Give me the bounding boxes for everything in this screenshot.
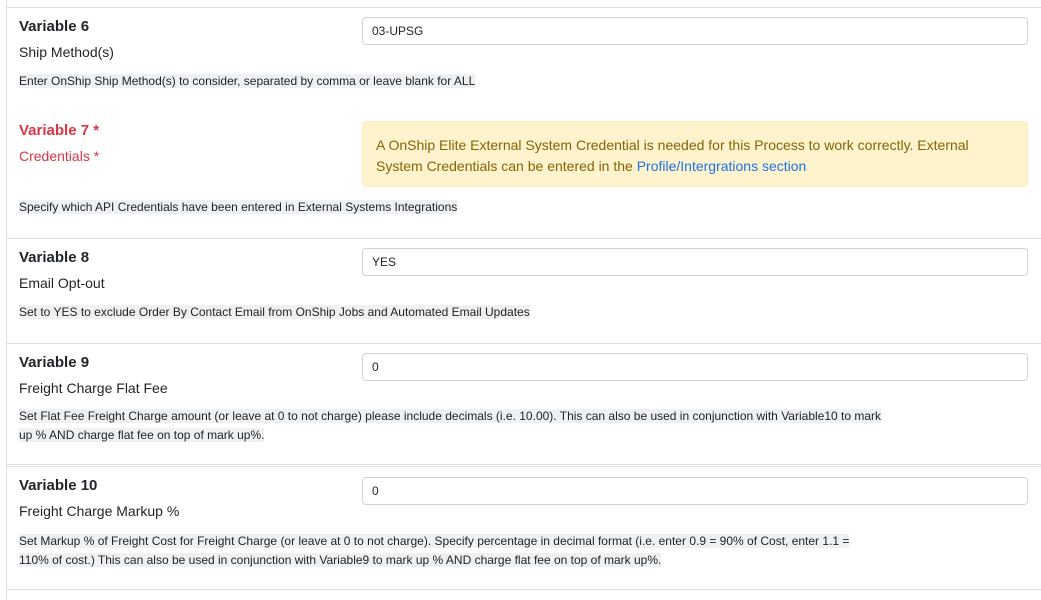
variable-7-panel: Variable 7 * Credentials * A OnShip Elit… [7,112,1041,239]
variable-10-title: Variable 10 [19,477,98,494]
variable-9-title: Variable 9 [19,354,90,371]
variable-8-input[interactable]: YES [362,248,1028,276]
variable-8-label: Email Opt-out [19,275,105,291]
help-line: 110% of cost.) This can also be used in … [19,553,662,567]
variable-6-input[interactable]: 03-UPSG [362,17,1028,45]
variable-10-input[interactable]: 0 [362,477,1028,505]
variable-7-title-text: Variable 7 [19,122,90,139]
variable-6-label: Ship Method(s) [19,44,114,60]
variable-10-panel: Variable 10 Freight Charge Markup % 0 Se… [7,466,1041,590]
variable-9-panel: Variable 9 Freight Charge Flat Fee 0 Set… [7,344,1041,465]
credential-warning-alert: A OnShip Elite External System Credentia… [362,121,1028,187]
required-marker: * [93,148,100,164]
variable-9-help: Set Flat Fee Freight Charge amount (or l… [19,407,882,445]
variable-7-help: Specify which API Credentials have been … [19,198,458,217]
variable-6-panel: Variable 6 Ship Method(s) 03-UPSG Enter … [7,7,1041,113]
required-marker: * [93,122,100,139]
variable-10-help: Set Markup % of Freight Cost for Freight… [19,532,850,570]
variable-7-label-text: Credentials [19,148,90,164]
variable-8-help: Set to YES to exclude Order By Contact E… [19,303,530,322]
help-line: Specify which API Credentials have been … [19,200,458,214]
help-line: Set Flat Fee Freight Charge amount (or l… [19,409,882,423]
variable-9-label: Freight Charge Flat Fee [19,380,168,396]
variable-6-title: Variable 6 [19,18,90,35]
variable-10-label: Freight Charge Markup % [19,503,180,519]
variable-7-title: Variable 7 * [19,122,99,139]
help-line: Set Markup % of Freight Cost for Freight… [19,534,850,548]
profile-integrations-link[interactable]: Profile/Intergrations section [637,158,807,174]
variable-6-help: Enter OnShip Ship Method(s) to consider,… [19,72,476,91]
help-line: Set to YES to exclude Order By Contact E… [19,305,530,319]
help-line: up % AND charge flat fee on top of mark … [19,428,265,442]
variable-8-panel: Variable 8 Email Opt-out YES Set to YES … [7,239,1041,344]
variable-9-input[interactable]: 0 [362,353,1028,381]
variables-list: Variable 6 Ship Method(s) 03-UPSG Enter … [6,0,1041,600]
variable-8-title: Variable 8 [19,249,90,266]
variable-7-label: Credentials * [19,148,99,164]
help-line: Enter OnShip Ship Method(s) to consider,… [19,74,476,88]
